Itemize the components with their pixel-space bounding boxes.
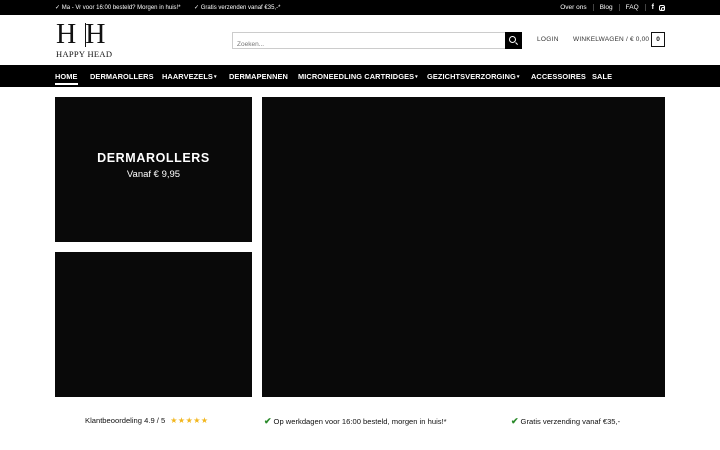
nav-item-haarvezels[interactable]: HAARVEZELS▾: [162, 72, 217, 81]
chevron-down-icon: ▾: [516, 74, 520, 80]
chevron-down-icon: ▾: [415, 74, 418, 80]
search-box: [232, 32, 522, 52]
check-icon: ✔: [511, 416, 519, 426]
usp-rating: Klantbeoordeling 4.9 / 5 ★★★★★: [85, 416, 209, 425]
nav-label: HOME: [55, 72, 78, 81]
nav-label: HAARVEZELS: [162, 72, 213, 81]
search-icon: [509, 36, 516, 43]
usp-delivery: ✔ Op werkdagen voor 16:00 besteld, morge…: [264, 416, 447, 427]
nav-item-microneedling-cartridges[interactable]: MICRONEEDLING CARTRIDGES▾: [298, 72, 418, 81]
chevron-down-icon: ▾: [213, 74, 217, 80]
topbar-link-faq[interactable]: FAQ: [618, 4, 645, 11]
check-icon: ✔: [264, 416, 272, 426]
nav-label: ACCESSOIRES: [531, 72, 586, 81]
logo-divider: [85, 23, 86, 47]
social-links: f: [644, 4, 665, 11]
cart-count-icon[interactable]: 0: [651, 32, 665, 47]
topbar-link-blog[interactable]: Blog: [592, 4, 619, 11]
promo-tile-title: DERMAROLLERS: [97, 151, 210, 165]
logo-text: HAPPY HEAD: [56, 49, 113, 59]
nav-item-sale[interactable]: SALE: [592, 72, 612, 81]
main-nav: HOME DERMAROLLERS HAARVEZELS▾ DERMAPENNE…: [0, 65, 720, 87]
nav-item-gezichtsverzorging[interactable]: GEZICHTSVERZORGING▾: [427, 72, 519, 81]
promo-tile-secondary[interactable]: [55, 252, 252, 397]
logo[interactable]: H H HAPPY HEAD: [56, 21, 118, 61]
nav-label: SALE: [592, 72, 613, 81]
top-bar: ✓ Ma - Vr voor 16:00 besteld? Morgen in …: [0, 0, 720, 15]
nav-item-home[interactable]: HOME: [55, 72, 78, 81]
topbar-links: Over ons Blog FAQ f: [554, 0, 665, 15]
logo-monogram: H H: [56, 19, 107, 50]
nav-item-dermapennen[interactable]: DERMAPENNEN: [229, 72, 288, 81]
nav-item-accessoires[interactable]: ACCESSOIRES: [531, 72, 586, 81]
cart-link[interactable]: WINKELWAGEN / € 0,00: [573, 36, 649, 43]
usp-shipping: ✔ Gratis verzending vanaf €35,-: [511, 416, 620, 427]
promo-tile-price: Vanaf € 9,95: [126, 169, 181, 180]
site-header: H H HAPPY HEAD LOGIN WINKELWAGEN / € 0,0…: [0, 15, 720, 65]
topbar-message-shipping: ✓ Gratis verzenden vanaf €35,-*: [194, 5, 281, 11]
usp-delivery-text: Op werkdagen voor 16:00 besteld, morgen …: [273, 417, 447, 426]
search-button[interactable]: [505, 32, 522, 49]
nav-active-indicator: [55, 83, 78, 85]
promo-tile-dermarollers[interactable]: DERMAROLLERS Vanaf € 9,95: [55, 97, 252, 242]
instagram-icon[interactable]: [659, 4, 665, 11]
nav-label: DERMAPENNEN: [229, 72, 288, 81]
nav-label: DERMAROLLERS: [90, 72, 154, 81]
facebook-icon[interactable]: f: [652, 4, 654, 11]
usp-rating-text: Klantbeoordeling 4.9 / 5: [85, 416, 166, 425]
nav-label: GEZICHTSVERZORGING: [427, 72, 516, 81]
search-input[interactable]: [233, 37, 503, 52]
usp-shipping-text: Gratis verzending vanaf €35,-: [520, 417, 621, 426]
nav-item-dermarollers[interactable]: DERMAROLLERS: [90, 72, 154, 81]
topbar-message-delivery: ✓ Ma - Vr voor 16:00 besteld? Morgen in …: [55, 5, 181, 11]
hero-banner[interactable]: [262, 97, 665, 397]
login-link[interactable]: LOGIN: [537, 36, 559, 43]
topbar-link-over-ons[interactable]: Over ons: [554, 4, 592, 11]
nav-label: MICRONEEDLING CARTRIDGES: [298, 72, 415, 81]
rating-stars-icon: ★★★★★: [170, 416, 209, 425]
